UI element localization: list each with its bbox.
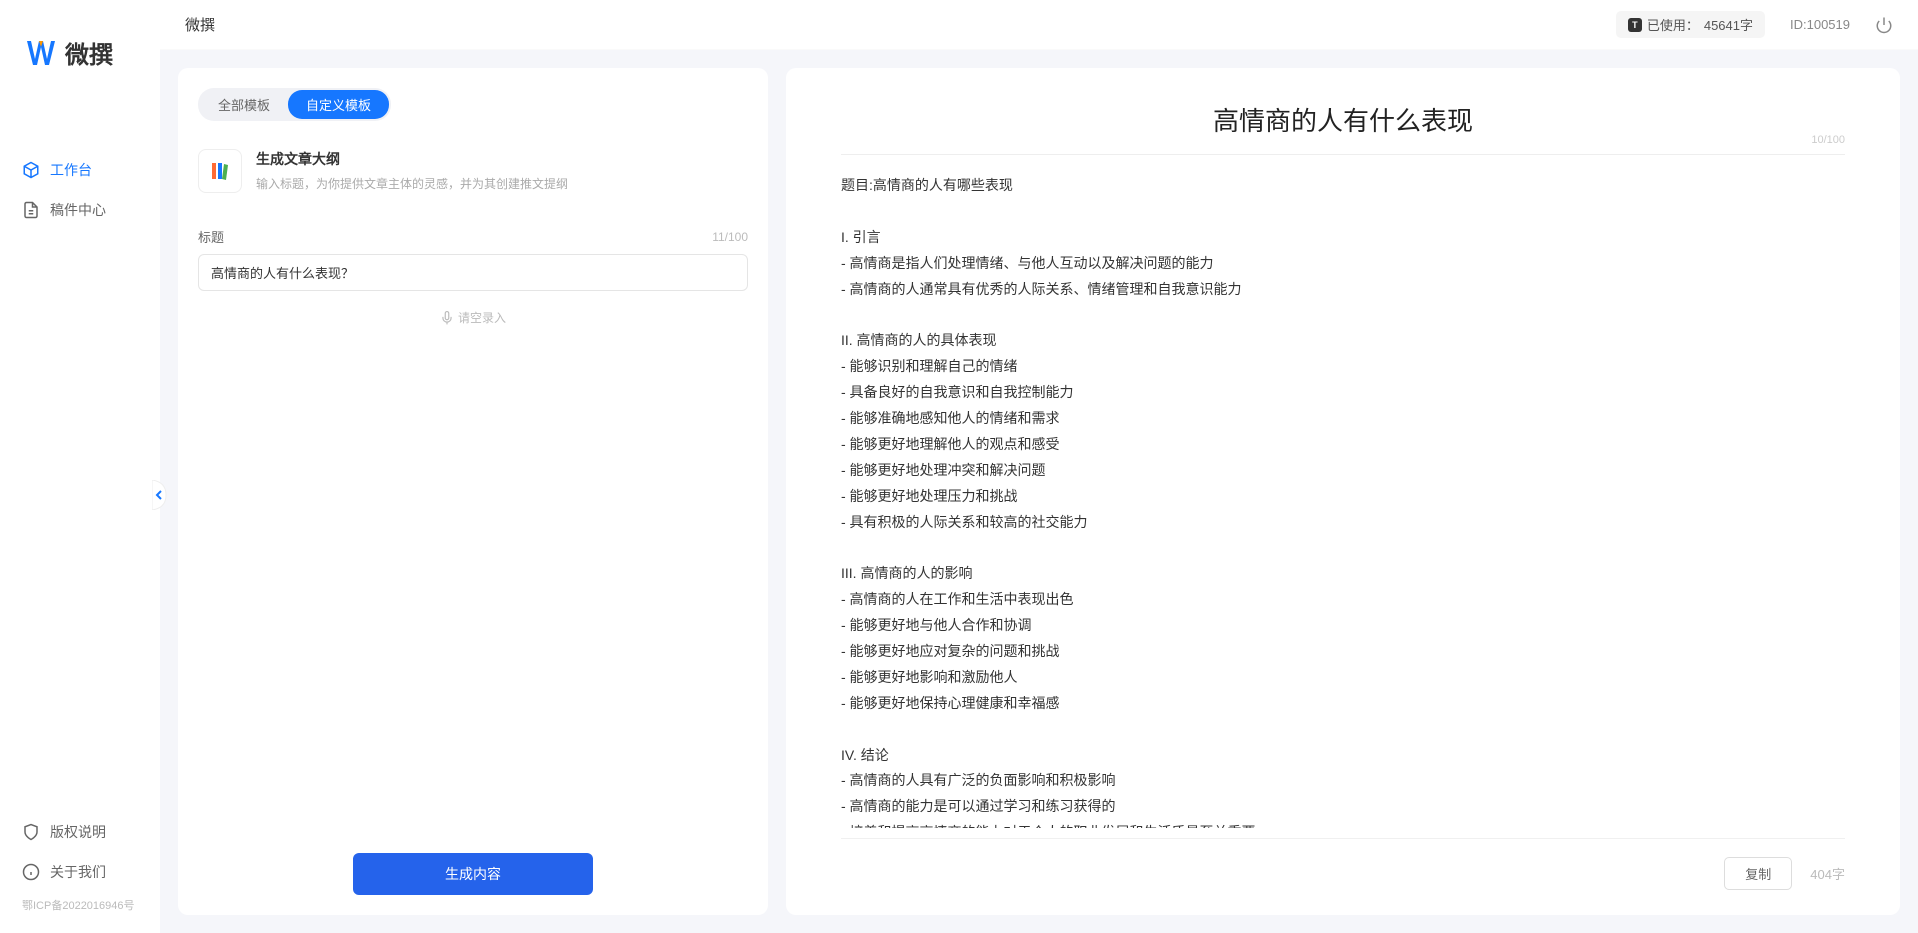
collapse-handle[interactable]	[152, 480, 170, 510]
template-info: 生成文章大纲 输入标题，为你提供文章主体的灵感，并为其创建推文提纲	[256, 149, 748, 193]
nav-item-drafts[interactable]: 稿件中心	[0, 190, 160, 230]
doc-title[interactable]: 高情商的人有什么表现	[841, 93, 1845, 146]
footer-item-about[interactable]: 关于我们	[0, 852, 160, 892]
doc-title-counter: 10/100	[1811, 134, 1845, 146]
power-icon[interactable]	[1875, 16, 1893, 34]
content: 全部模板 自定义模板 生成文章大纲 输入标题，为你提供文章主体的灵感，并为其创建…	[160, 50, 1918, 933]
mic-icon	[440, 311, 454, 325]
title-input[interactable]	[198, 254, 748, 291]
voice-label: 请空录入	[458, 309, 506, 326]
word-count: 404字	[1810, 864, 1845, 883]
header-title: 微撰	[185, 14, 215, 35]
form-counter: 11/100	[712, 230, 748, 244]
nav-item-workspace[interactable]: 工作台	[0, 150, 160, 190]
generate-button[interactable]: 生成内容	[353, 853, 593, 895]
nav-item-label: 工作台	[50, 160, 92, 180]
logo[interactable]: 微撰	[0, 20, 160, 100]
form-section: 标题 11/100 请空录入	[198, 227, 748, 326]
usage-label: 已使用：	[1647, 15, 1699, 34]
chevron-left-icon	[152, 480, 170, 510]
right-panel: 高情商的人有什么表现 10/100 题目:高情商的人有哪些表现 I. 引言 - …	[786, 68, 1900, 915]
shield-icon	[22, 823, 40, 841]
document-icon	[22, 201, 40, 219]
tabs: 全部模板 自定义模板	[198, 88, 391, 121]
template-desc: 输入标题，为你提供文章主体的灵感，并为其创建推文提纲	[256, 175, 748, 192]
template-card: 生成文章大纲 输入标题，为你提供文章主体的灵感，并为其创建推文提纲	[198, 141, 748, 217]
tab-all-templates[interactable]: 全部模板	[200, 90, 288, 119]
copy-button[interactable]: 复制	[1724, 857, 1792, 890]
voice-input-row[interactable]: 请空录入	[198, 309, 748, 326]
usage-value: 45641字	[1704, 15, 1753, 34]
doc-body[interactable]: 题目:高情商的人有哪些表现 I. 引言 - 高情商是指人们处理情绪、与他人互动以…	[841, 173, 1845, 828]
logo-text: 微撰	[65, 35, 113, 70]
doc-title-row: 高情商的人有什么表现 10/100	[841, 93, 1845, 146]
nav: 工作台 稿件中心	[0, 100, 160, 812]
sidebar-footer: 版权说明 关于我们 鄂ICP备2022016946号	[0, 812, 160, 933]
form-row: 标题 11/100	[198, 227, 748, 246]
template-icon	[198, 149, 242, 193]
footer-item-label: 关于我们	[50, 862, 106, 882]
doc-footer: 复制 404字	[841, 838, 1845, 890]
header-right: T 已使用： 45641字 ID:100519	[1616, 11, 1893, 38]
left-panel: 全部模板 自定义模板 生成文章大纲 输入标题，为你提供文章主体的灵感，并为其创建…	[178, 68, 768, 915]
main: 微撰 T 已使用： 45641字 ID:100519 全部模板 自定义模板	[160, 0, 1918, 933]
form-label: 标题	[198, 227, 224, 246]
tab-custom-templates[interactable]: 自定义模板	[288, 90, 389, 119]
cube-icon	[22, 161, 40, 179]
template-title: 生成文章大纲	[256, 149, 748, 169]
nav-item-label: 稿件中心	[50, 200, 106, 220]
books-icon	[208, 159, 232, 183]
user-id: ID:100519	[1790, 17, 1850, 32]
logo-icon	[25, 37, 57, 69]
sidebar: 微撰 工作台 稿件中心 版权说明 关于我们 鄂ICP备2022016946号	[0, 0, 160, 933]
info-icon	[22, 863, 40, 881]
header: 微撰 T 已使用： 45641字 ID:100519	[160, 0, 1918, 50]
text-icon: T	[1628, 18, 1642, 32]
doc-divider	[841, 154, 1845, 155]
usage-badge[interactable]: T 已使用： 45641字	[1616, 11, 1765, 38]
footer-item-label: 版权说明	[50, 822, 106, 842]
icp-text: 鄂ICP备2022016946号	[0, 892, 160, 918]
footer-item-copyright[interactable]: 版权说明	[0, 812, 160, 852]
